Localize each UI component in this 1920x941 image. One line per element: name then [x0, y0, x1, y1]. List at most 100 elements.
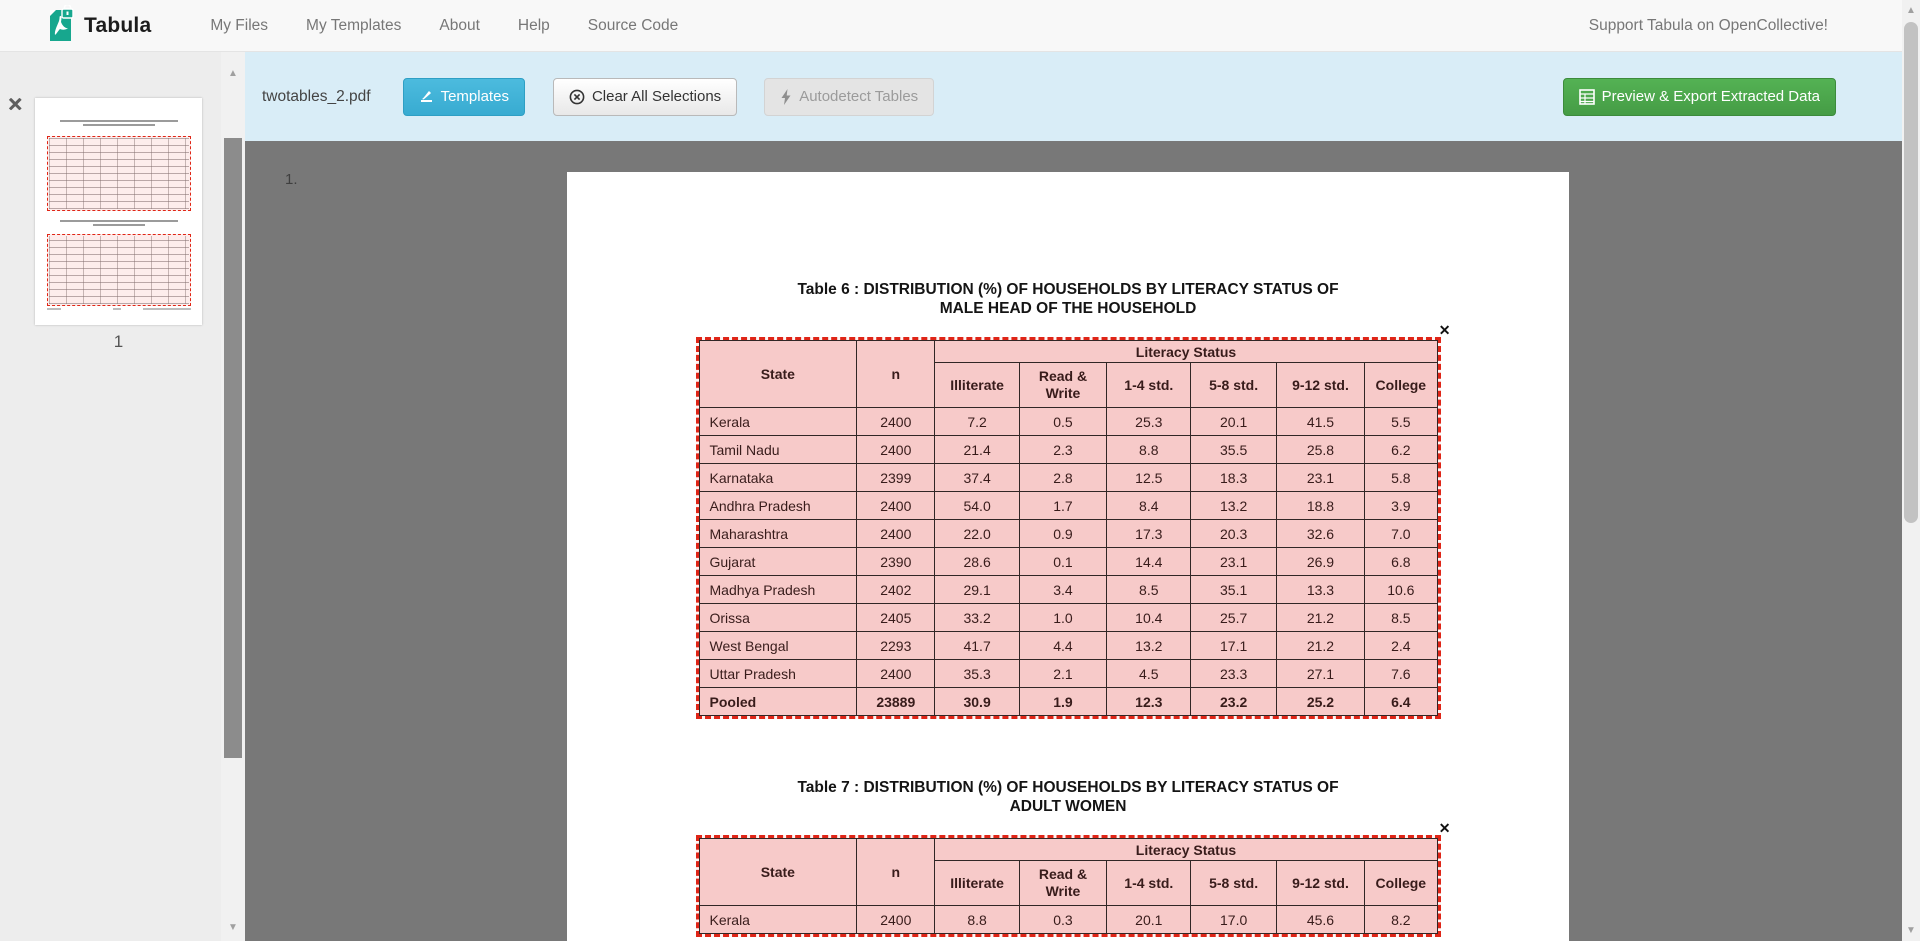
table-cell: 25.2 — [1276, 688, 1364, 716]
table-cell: Kerala — [699, 408, 857, 436]
table-cell: 8.8 — [1107, 436, 1191, 464]
table-cell: 25.3 — [1107, 408, 1191, 436]
col-header-n: n — [857, 839, 935, 906]
col-header-9-12: 9-12 std. — [1276, 861, 1364, 906]
close-document-icon[interactable]: ✕ — [7, 96, 23, 115]
top-navbar: Tabula My Files My Templates About Help … — [0, 0, 1920, 52]
table-row: Uttar Pradesh240035.32.14.523.327.17.6 — [699, 660, 1437, 688]
col-header-9-12: 9-12 std. — [1276, 363, 1364, 408]
filename-label: twotables_2.pdf — [262, 88, 371, 106]
table-cell: 41.7 — [935, 632, 1019, 660]
table-cell: 27.1 — [1276, 660, 1364, 688]
nav-right: Support Tabula on OpenCollective! — [1589, 17, 1828, 35]
table-cell: 5.8 — [1365, 464, 1437, 492]
table-cell: 22.0 — [935, 520, 1019, 548]
table-cell: West Bengal — [699, 632, 857, 660]
table-cell: 7.0 — [1365, 520, 1437, 548]
table-cell: 23889 — [857, 688, 935, 716]
table-cell: 8.2 — [1365, 906, 1437, 934]
col-header-5-8: 5-8 std. — [1191, 363, 1276, 408]
col-header-state: State — [699, 341, 857, 408]
table-cell: 6.8 — [1365, 548, 1437, 576]
templates-button-label: Templates — [441, 88, 509, 105]
table-cell: Orissa — [699, 604, 857, 632]
table-cell: Karnataka — [699, 464, 857, 492]
col-header-read-write: Read & Write — [1019, 861, 1106, 906]
table-cell: 2390 — [857, 548, 935, 576]
sidebar-scroll-up-icon[interactable]: ▲ — [221, 68, 245, 79]
export-button-label: Preview & Export Extracted Data — [1602, 88, 1820, 105]
table7: State n Literacy Status Illiterate Read … — [699, 838, 1438, 934]
table-cell: 23.3 — [1191, 660, 1276, 688]
table-row: Andhra Pradesh240054.01.78.413.218.83.9 — [699, 492, 1437, 520]
table-cell: 1.9 — [1019, 688, 1106, 716]
table-cell: Maharashtra — [699, 520, 857, 548]
table-cell: 21.2 — [1276, 604, 1364, 632]
sidebar-scroll-down-icon[interactable]: ▼ — [221, 922, 245, 933]
nav-my-templates[interactable]: My Templates — [287, 17, 420, 35]
pdf-page[interactable]: Table 6 : DISTRIBUTION (%) OF HOUSEHOLDS… — [567, 172, 1569, 941]
table-row: Kerala24007.20.525.320.141.55.5 — [699, 408, 1437, 436]
nav-my-files[interactable]: My Files — [191, 17, 287, 35]
table-cell: 3.9 — [1365, 492, 1437, 520]
templates-button[interactable]: Templates — [403, 78, 525, 116]
table-cell: 20.3 — [1191, 520, 1276, 548]
nav-help[interactable]: Help — [499, 17, 569, 35]
nav-source-code[interactable]: Source Code — [569, 17, 697, 35]
table-cell: 6.4 — [1365, 688, 1437, 716]
table-row: West Bengal229341.74.413.217.121.22.4 — [699, 632, 1437, 660]
table-cell: 37.4 — [935, 464, 1019, 492]
table-row: Kerala24008.80.320.117.045.68.2 — [699, 906, 1437, 934]
thumbnail-page-number: 1 — [35, 332, 202, 352]
sidebar-scrollbar-thumb[interactable] — [224, 138, 242, 758]
table7-selection[interactable]: State n Literacy Status Illiterate Read … — [699, 838, 1438, 934]
table-cell: 4.4 — [1019, 632, 1106, 660]
table-row: Karnataka239937.42.812.518.323.15.8 — [699, 464, 1437, 492]
remove-selection-icon[interactable]: ✕ — [1439, 821, 1451, 835]
support-link[interactable]: Support Tabula on OpenCollective! — [1589, 17, 1828, 34]
table-cell: 10.4 — [1107, 604, 1191, 632]
table-cell: 2.8 — [1019, 464, 1106, 492]
table-cell: 2400 — [857, 660, 935, 688]
table-row: Pooled2388930.91.912.323.225.26.4 — [699, 688, 1437, 716]
window-scrollbar[interactable]: ▲ ▼ — [1902, 0, 1920, 941]
table-cell: 33.2 — [935, 604, 1019, 632]
table-cell: 0.5 — [1019, 408, 1106, 436]
table-cell: 21.4 — [935, 436, 1019, 464]
autodetect-tables-button[interactable]: Autodetect Tables — [764, 78, 934, 116]
table-cell: 0.9 — [1019, 520, 1106, 548]
table-cell: 17.0 — [1191, 906, 1276, 934]
thumb-selection-table7 — [47, 234, 191, 306]
table6-selection[interactable]: State n Literacy Status Illiterate Read … — [699, 340, 1438, 716]
table-cell: 1.0 — [1019, 604, 1106, 632]
table-grid-icon — [1579, 89, 1595, 105]
window-scrollbar-thumb[interactable] — [1904, 22, 1918, 523]
window-scroll-down-icon[interactable]: ▼ — [1902, 925, 1920, 936]
table-cell: 0.3 — [1019, 906, 1106, 934]
table-cell: 45.6 — [1276, 906, 1364, 934]
nav-about[interactable]: About — [420, 17, 499, 35]
table-cell: 2402 — [857, 576, 935, 604]
tabula-logo[interactable]: Tabula — [45, 5, 151, 47]
table-cell: 10.6 — [1365, 576, 1437, 604]
table-cell: 2.3 — [1019, 436, 1106, 464]
page-thumbnail[interactable] — [35, 98, 202, 325]
clear-all-selections-button[interactable]: Clear All Selections — [553, 78, 737, 116]
table-cell: Tamil Nadu — [699, 436, 857, 464]
table-row: Tamil Nadu240021.42.38.835.525.86.2 — [699, 436, 1437, 464]
table-cell: 41.5 — [1276, 408, 1364, 436]
col-header-illiterate: Illiterate — [935, 861, 1019, 906]
col-header-illiterate: Illiterate — [935, 363, 1019, 408]
table-cell: Madhya Pradesh — [699, 576, 857, 604]
sidebar-scrollbar[interactable]: ▲ ▼ — [221, 52, 245, 941]
remove-selection-icon[interactable]: ✕ — [1439, 323, 1451, 337]
window-scroll-up-icon[interactable]: ▲ — [1902, 5, 1920, 16]
table-cell: 26.9 — [1276, 548, 1364, 576]
pdf-viewer: 1. Table 6 : DISTRIBUTION (%) OF HOUSEHO… — [245, 141, 1902, 941]
preview-export-button[interactable]: Preview & Export Extracted Data — [1563, 78, 1836, 116]
table-cell: 13.2 — [1191, 492, 1276, 520]
table-cell: 35.3 — [935, 660, 1019, 688]
thumb-title-7 — [35, 220, 202, 226]
table-row: Orissa240533.21.010.425.721.28.5 — [699, 604, 1437, 632]
table-cell: 17.1 — [1191, 632, 1276, 660]
